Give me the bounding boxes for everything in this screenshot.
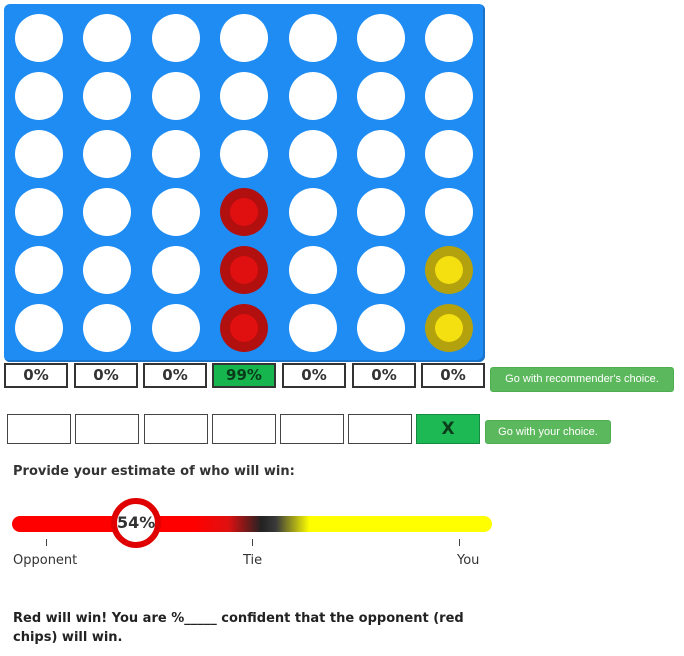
board-cell-r3-c1-empty[interactable] bbox=[15, 130, 63, 178]
board-cell-r6-c7-yellow[interactable] bbox=[425, 304, 473, 352]
board-cell-r5-c7-yellow[interactable] bbox=[425, 246, 473, 294]
board-cell-r1-c3-empty[interactable] bbox=[152, 14, 200, 62]
board-cell-r5-c6-empty[interactable] bbox=[357, 246, 405, 294]
board-cell-r5-c4-red[interactable] bbox=[220, 246, 268, 294]
recommendation-col-2: 0% bbox=[74, 363, 138, 388]
go-with-your-choice-button[interactable]: Go with your choice. bbox=[485, 420, 611, 444]
board-cell-r5-c3-empty[interactable] bbox=[152, 246, 200, 294]
choice-col-4[interactable] bbox=[212, 414, 276, 444]
board-cell-r6-c2-empty[interactable] bbox=[83, 304, 131, 352]
recommendation-col-5: 0% bbox=[282, 363, 346, 388]
result-text: Red will win! You are %_____ confident t… bbox=[13, 611, 464, 645]
board-cell-r6-c6-empty[interactable] bbox=[357, 304, 405, 352]
board-cell-r2-c4-empty[interactable] bbox=[220, 72, 268, 120]
board-cell-r6-c5-empty[interactable] bbox=[289, 304, 337, 352]
board-cell-r3-c6-empty[interactable] bbox=[357, 130, 405, 178]
board-cell-r6-c4-red[interactable] bbox=[220, 304, 268, 352]
board-cell-r5-c2-empty[interactable] bbox=[83, 246, 131, 294]
recommendation-col-1: 0% bbox=[4, 363, 68, 388]
recommendation-col-6: 0% bbox=[352, 363, 416, 388]
board-cell-r1-c5-empty[interactable] bbox=[289, 14, 337, 62]
tick-you bbox=[459, 539, 460, 546]
board-cell-r4-c3-empty[interactable] bbox=[152, 188, 200, 236]
board-cell-r1-c4-empty[interactable] bbox=[220, 14, 268, 62]
choice-col-2[interactable] bbox=[75, 414, 139, 444]
go-with-recommender-button[interactable]: Go with recommender's choice. bbox=[490, 367, 674, 392]
label-tie: Tie bbox=[243, 553, 263, 568]
board-cell-r4-c6-empty[interactable] bbox=[357, 188, 405, 236]
choice-col-1[interactable] bbox=[7, 414, 71, 444]
board-cell-r4-c4-red[interactable] bbox=[220, 188, 268, 236]
board-cell-r3-c4-empty[interactable] bbox=[220, 130, 268, 178]
board-cell-r4-c1-empty[interactable] bbox=[15, 188, 63, 236]
board-cell-r3-c7-empty[interactable] bbox=[425, 130, 473, 178]
board-cell-r1-c7-empty[interactable] bbox=[425, 14, 473, 62]
choice-col-6[interactable] bbox=[348, 414, 412, 444]
board-cell-r5-c1-empty[interactable] bbox=[15, 246, 63, 294]
board-cell-r2-c1-empty[interactable] bbox=[15, 72, 63, 120]
choice-col-3[interactable] bbox=[144, 414, 208, 444]
board-cell-r2-c7-empty[interactable] bbox=[425, 72, 473, 120]
tick-opponent bbox=[46, 539, 47, 546]
recommendation-col-4: 99% bbox=[212, 363, 276, 388]
board-cell-r2-c5-empty[interactable] bbox=[289, 72, 337, 120]
board-cell-r5-c5-empty[interactable] bbox=[289, 246, 337, 294]
board-cell-r3-c5-empty[interactable] bbox=[289, 130, 337, 178]
estimate-slider-track[interactable] bbox=[12, 516, 492, 532]
estimate-question: Provide your estimate of who will win: bbox=[13, 464, 295, 479]
board-cell-r1-c6-empty[interactable] bbox=[357, 14, 405, 62]
game-board bbox=[4, 4, 485, 362]
board-cell-r2-c6-empty[interactable] bbox=[357, 72, 405, 120]
board-cell-r2-c3-empty[interactable] bbox=[152, 72, 200, 120]
estimate-slider-knob[interactable]: 54% bbox=[111, 498, 161, 548]
board-cell-r2-c2-empty[interactable] bbox=[83, 72, 131, 120]
label-you: You bbox=[457, 553, 480, 568]
recommendation-col-3: 0% bbox=[143, 363, 207, 388]
recommendation-col-7: 0% bbox=[421, 363, 485, 388]
board-cell-r1-c2-empty[interactable] bbox=[83, 14, 131, 62]
choice-col-7[interactable]: X bbox=[416, 414, 480, 444]
tick-tie bbox=[252, 539, 253, 546]
board-cell-r4-c5-empty[interactable] bbox=[289, 188, 337, 236]
board-cell-r4-c7-empty[interactable] bbox=[425, 188, 473, 236]
board-cell-r6-c3-empty[interactable] bbox=[152, 304, 200, 352]
board-cell-r3-c3-empty[interactable] bbox=[152, 130, 200, 178]
board-cell-r3-c2-empty[interactable] bbox=[83, 130, 131, 178]
board-cell-r1-c1-empty[interactable] bbox=[15, 14, 63, 62]
board-cell-r4-c2-empty[interactable] bbox=[83, 188, 131, 236]
choice-col-5[interactable] bbox=[280, 414, 344, 444]
board-cell-r6-c1-empty[interactable] bbox=[15, 304, 63, 352]
label-opponent: Opponent bbox=[13, 553, 78, 568]
